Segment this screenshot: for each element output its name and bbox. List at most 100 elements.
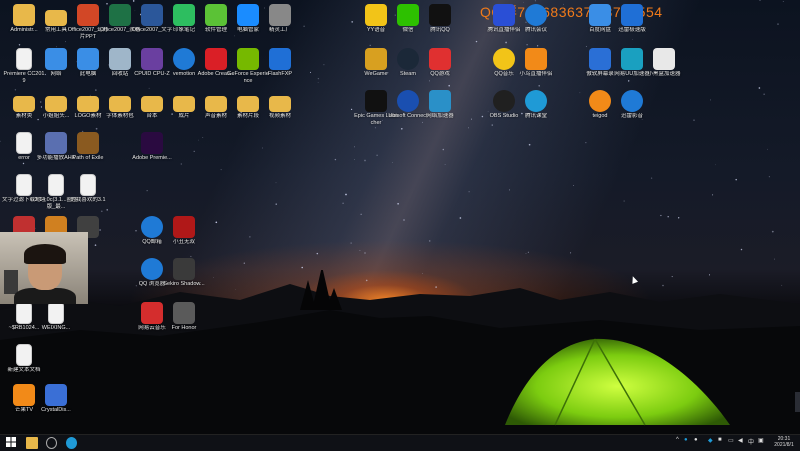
desktop: QQ群747683637 78780554 Administr... 常用工具 Of… <box>0 0 800 434</box>
teigod-icon <box>589 90 611 112</box>
thunder-icon <box>621 4 643 26</box>
desktop-icon-label: QQ游戏 <box>430 71 450 77</box>
star <box>354 146 355 148</box>
tray-app-icon[interactable]: ▣ <box>758 437 764 444</box>
star <box>303 25 305 27</box>
desktop-icon[interactable]: 精灵工厂 <box>258 4 302 34</box>
star <box>193 150 195 153</box>
tray-app-icon[interactable]: ■ <box>718 437 722 443</box>
tray-app-icon[interactable]: ● <box>684 437 688 443</box>
star <box>249 236 251 238</box>
desktop-icon[interactable]: 迅雷影音 <box>610 90 654 120</box>
star <box>220 169 222 171</box>
star <box>316 252 319 255</box>
desktop-icon[interactable]: 网络加速器 <box>418 90 462 120</box>
desktop-icon-label: FlashFXP <box>267 71 293 77</box>
desktop-icon[interactable]: 小黑盒加速器 <box>642 48 686 78</box>
desktop-icon[interactable]: Path of Exile <box>66 132 110 162</box>
star <box>471 118 472 120</box>
star <box>777 23 779 25</box>
tray-arrow-icon[interactable]: ^ <box>676 437 679 443</box>
desktop-icon[interactable]: 腾讯课堂 <box>514 90 558 120</box>
edge-scroll-handle[interactable] <box>795 392 800 412</box>
browser-taskbar-icon[interactable] <box>66 437 77 449</box>
document-icon <box>16 132 32 154</box>
star <box>360 213 362 215</box>
document-icon <box>16 48 32 70</box>
ahk-icon <box>45 132 67 154</box>
star <box>364 252 366 254</box>
star <box>359 249 361 252</box>
star <box>623 200 625 202</box>
shield-icon[interactable]: ◆ <box>708 437 713 444</box>
desktop-icon[interactable]: FlashFXP <box>258 48 302 78</box>
volume-icon[interactable]: ◀ <box>738 437 743 444</box>
desktop-icon[interactable]: For Honor <box>162 302 206 332</box>
star <box>351 21 354 23</box>
desktop-icon[interactable]: CrystalDis... <box>34 384 78 414</box>
desktop-icon[interactable]: 新建文本文档 <box>2 344 46 374</box>
desktop-icon[interactable]: 小丑无双 <box>162 216 206 246</box>
desktop-icon[interactable]: 视频素材 <box>258 90 302 120</box>
desktop-icon-label: 腾讯课堂 <box>524 113 547 119</box>
thunder-player-icon <box>621 90 643 112</box>
star <box>106 209 108 211</box>
star <box>234 35 235 37</box>
star <box>459 217 462 219</box>
star <box>428 80 431 82</box>
desktop-icon[interactable]: WEIXING... <box>34 302 78 332</box>
star <box>710 99 712 101</box>
star <box>740 248 743 251</box>
file-explorer-icon[interactable] <box>26 437 38 449</box>
desktop-icon[interactable]: 迅雷极速版 <box>610 4 654 34</box>
flashfxp-icon <box>269 48 291 70</box>
desktop-icon[interactable]: 小鸟直播伴侣 <box>514 48 558 78</box>
windows-start-icon[interactable] <box>6 437 16 449</box>
star <box>782 1 784 2</box>
cpuz-icon <box>141 48 163 70</box>
language-indicator[interactable]: 中 <box>748 437 754 446</box>
uu-icon <box>621 48 643 70</box>
desktop-icon-label: 网络加速器 <box>426 113 454 119</box>
obs-taskbar-icon[interactable] <box>46 437 57 449</box>
desktop-icon-label: 迅雷极速版 <box>618 27 646 33</box>
star <box>650 177 653 179</box>
star <box>132 0 135 2</box>
star <box>526 43 528 46</box>
star <box>468 127 469 129</box>
desktop-icon[interactable]: Sekiro Shadow... <box>162 258 206 288</box>
ubisoft-icon <box>397 90 419 112</box>
premiere-icon <box>141 132 163 154</box>
clock[interactable]: 20:31 2021/8/1 <box>770 436 798 448</box>
star <box>100 210 103 213</box>
desktop-icon[interactable]: 腾讯会议 <box>514 4 558 34</box>
word-icon <box>141 4 163 26</box>
desktop-icon[interactable]: Adobe Premie... <box>130 132 174 162</box>
star <box>768 176 770 178</box>
network-icon <box>45 48 67 70</box>
tray-app-icon[interactable]: ● <box>694 437 698 443</box>
qq-game-icon <box>429 48 451 70</box>
star <box>585 142 587 144</box>
star <box>678 217 680 219</box>
classroom-icon <box>525 90 547 112</box>
recycle-bin-icon <box>109 48 131 70</box>
star <box>660 214 662 217</box>
glowing-tent <box>505 338 730 426</box>
folder-icon <box>109 96 131 112</box>
netease-music-icon <box>141 302 163 324</box>
desktop-icon[interactable]: 腾讯QQ <box>418 4 462 34</box>
star <box>323 64 325 66</box>
steam-icon <box>397 48 419 70</box>
star <box>570 252 572 254</box>
bird-live-icon <box>525 48 547 70</box>
qq-browser-icon <box>141 258 163 280</box>
star <box>354 159 355 160</box>
crystaldisk-icon <box>45 384 67 406</box>
network-icon[interactable]: ▭ <box>728 437 734 444</box>
star <box>391 162 393 163</box>
star <box>215 221 218 224</box>
desktop-icon-label: 精灵工厂 <box>268 27 291 33</box>
desktop-icon[interactable]: 的我喜欢的3.1 <box>66 174 110 204</box>
desktop-icon[interactable]: QQ游戏 <box>418 48 462 78</box>
